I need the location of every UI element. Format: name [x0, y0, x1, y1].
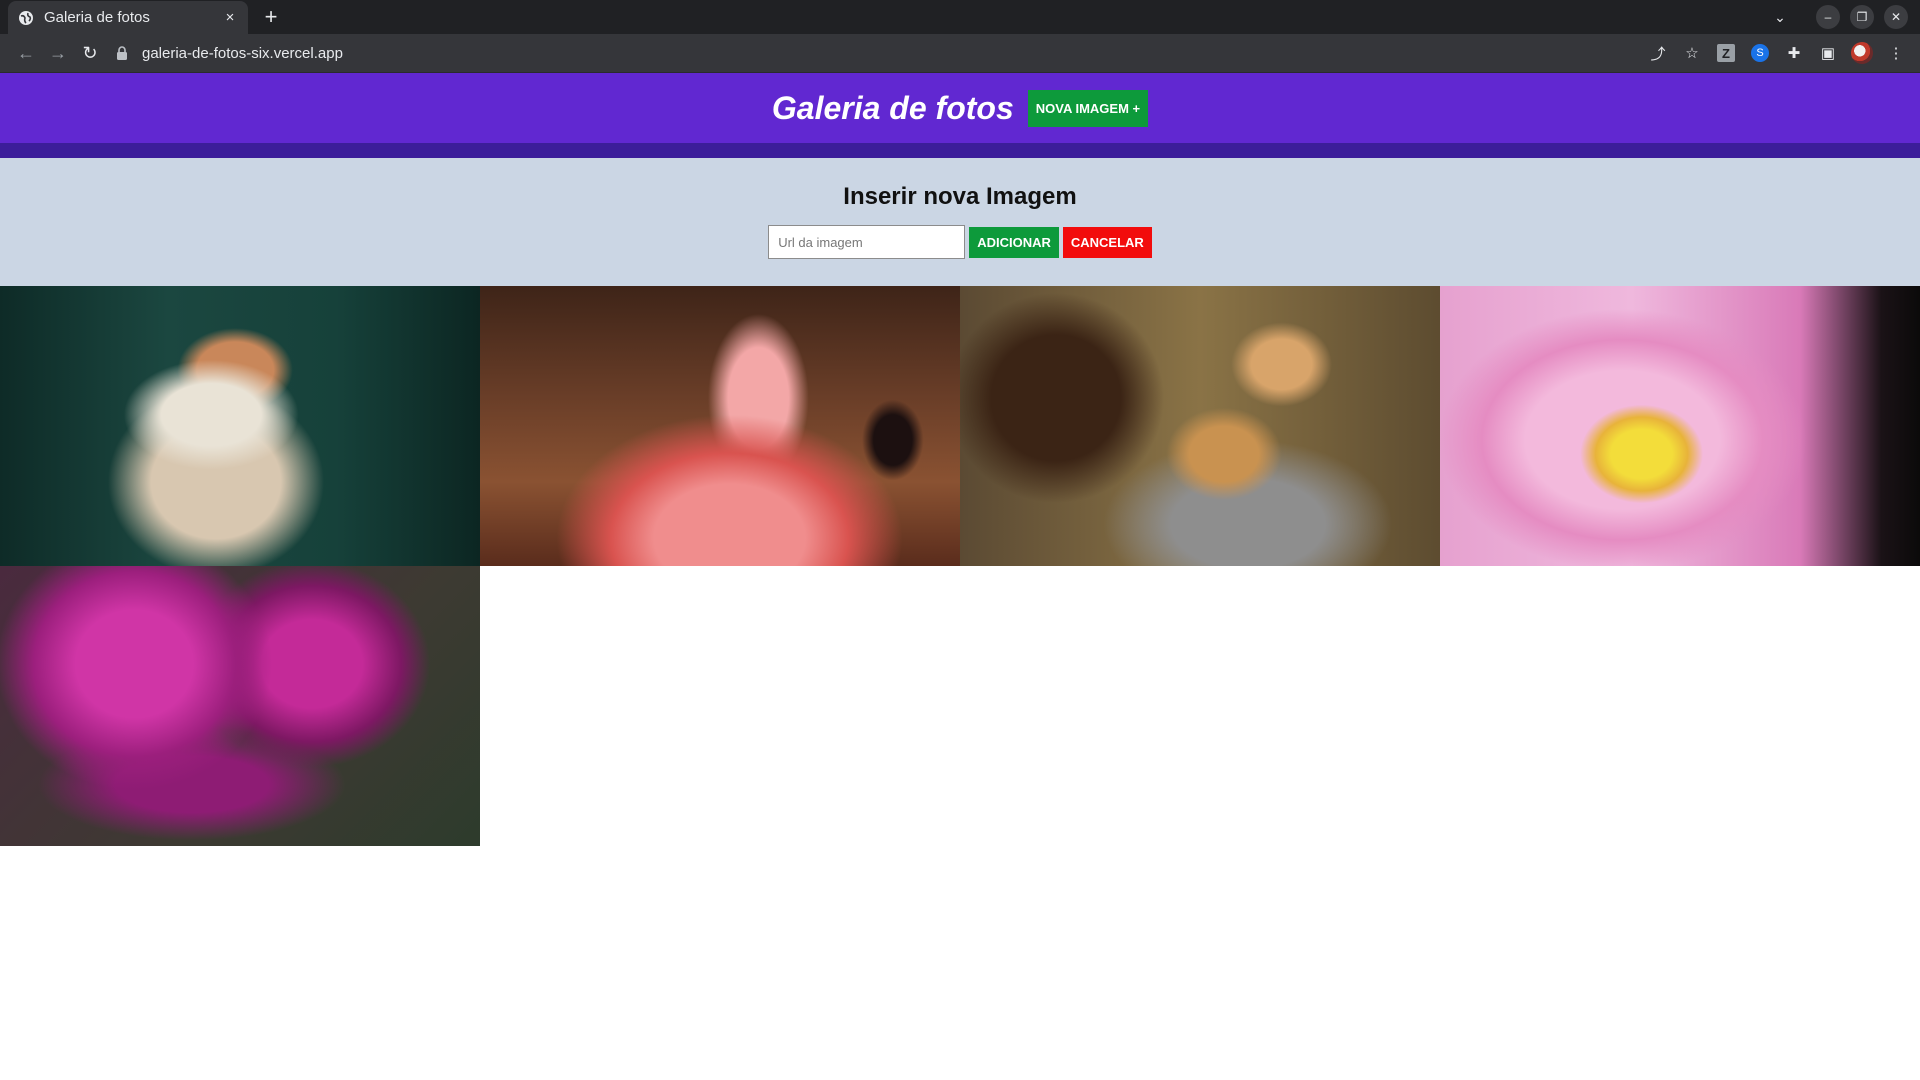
tab-title: Galeria de fotos	[44, 9, 150, 26]
nova-imagem-button[interactable]: NOVA IMAGEM +	[1027, 89, 1149, 127]
photo-puppies[interactable]	[960, 286, 1440, 566]
reload-icon[interactable]: ↻	[74, 37, 106, 69]
new-tab-button[interactable]: +	[258, 4, 284, 30]
tab-search-icon[interactable]: ⌄	[1768, 9, 1792, 26]
app-header: Galeria de fotos NOVA IMAGEM +	[0, 73, 1920, 143]
add-button[interactable]: ADICIONAR	[969, 226, 1059, 258]
cancel-button[interactable]: CANCELAR	[1062, 226, 1152, 258]
photo-purple-flower[interactable]	[0, 566, 480, 846]
window-controls: ⌄ – ❐ ✕	[1768, 5, 1908, 29]
back-icon[interactable]: ←	[10, 37, 42, 69]
insert-image-panel: Inserir nova Imagem ADICIONAR CANCELAR	[0, 158, 1920, 286]
photo-cat[interactable]	[0, 286, 480, 566]
profile-avatar[interactable]	[1850, 39, 1874, 67]
extension-z-icon[interactable]: Z	[1714, 39, 1738, 67]
tab-close-icon[interactable]: ×	[222, 9, 238, 26]
puzzle-icon[interactable]: ✚	[1782, 39, 1806, 67]
forward-icon[interactable]: →	[42, 37, 74, 69]
share-icon[interactable]: ⤴	[1646, 39, 1670, 67]
header-stripe	[0, 143, 1920, 158]
browser-toolbar: ← → ↻ galeria-de-fotos-six.vercel.app ⤴ …	[0, 34, 1920, 73]
insert-title: Inserir nova Imagem	[843, 183, 1077, 210]
url-text: galeria-de-fotos-six.vercel.app	[142, 44, 343, 62]
address-bar[interactable]: galeria-de-fotos-six.vercel.app	[116, 38, 1656, 68]
minimize-icon[interactable]: –	[1816, 5, 1840, 29]
menu-icon[interactable]: ⋮	[1884, 39, 1908, 67]
extension-shazam-icon[interactable]: S	[1748, 39, 1772, 67]
browser-tab[interactable]: Galeria de fotos ×	[8, 1, 248, 34]
photo-gallery	[0, 286, 1920, 846]
image-url-input[interactable]	[768, 225, 966, 259]
insert-form: ADICIONAR CANCELAR	[768, 225, 1152, 259]
browser-tabbar: Galeria de fotos × + ⌄ – ❐ ✕	[0, 0, 1920, 34]
close-window-icon[interactable]: ✕	[1884, 5, 1908, 29]
lock-icon[interactable]	[116, 46, 130, 60]
photo-lotus[interactable]	[1440, 286, 1920, 566]
star-icon[interactable]: ☆	[1680, 39, 1704, 67]
restore-icon[interactable]: ❐	[1850, 5, 1874, 29]
globe-icon	[18, 10, 34, 26]
toolbar-actions: ⤴ ☆ Z S ✚ ▣ ⋮	[1646, 39, 1908, 67]
page-title: Galeria de fotos	[771, 89, 1014, 126]
photo-flamingo[interactable]	[480, 286, 960, 566]
side-panel-icon[interactable]: ▣	[1816, 39, 1840, 67]
page-content: Galeria de fotos NOVA IMAGEM + Inserir n…	[0, 73, 1920, 1080]
